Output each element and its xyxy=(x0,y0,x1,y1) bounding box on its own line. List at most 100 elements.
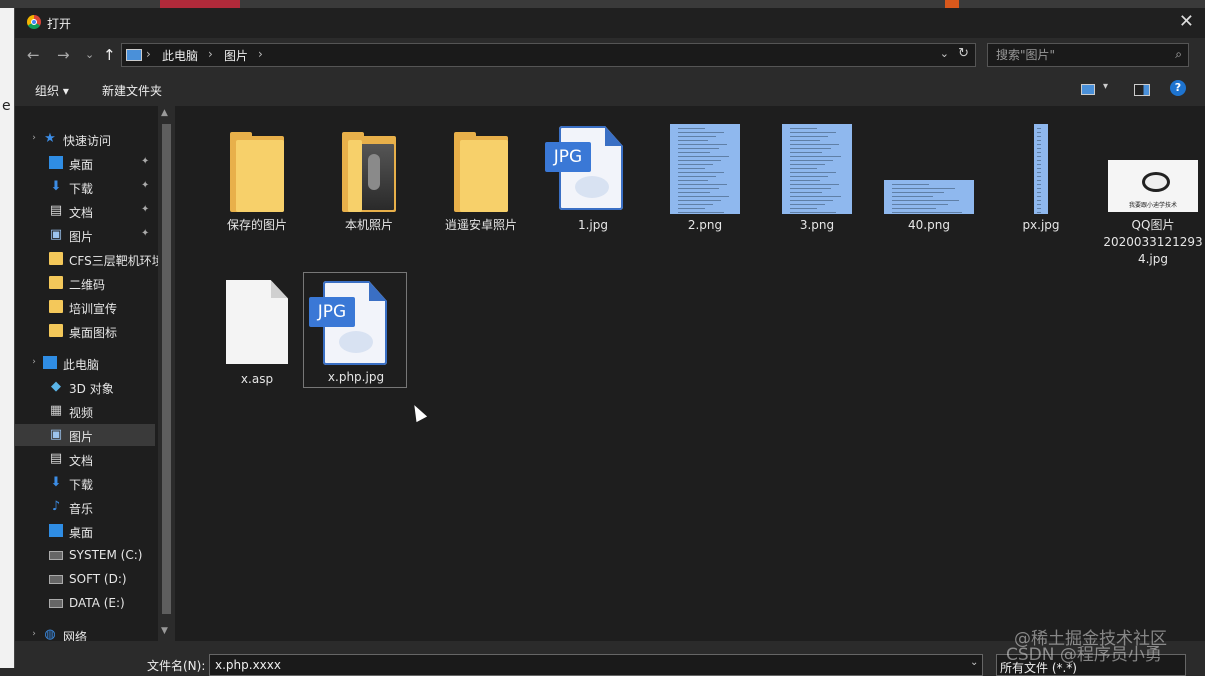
sidebar-item[interactable]: CFS三层靶机环境 xyxy=(15,248,158,270)
breadcrumb-this-pc[interactable]: 此电脑 xyxy=(162,47,198,64)
sidebar-item[interactable]: 桌面图标 xyxy=(15,320,155,342)
view-mode-icon[interactable] xyxy=(1081,84,1095,95)
forward-button[interactable]: → xyxy=(57,46,70,64)
sidebar-item-label: 此电脑 xyxy=(63,358,100,372)
download-icon: ⬇ xyxy=(50,475,62,490)
sidebar-item[interactable]: 二维码 xyxy=(15,272,155,294)
file-name: 1.jpg xyxy=(577,218,609,232)
sidebar-item[interactable]: SOFT (D:) xyxy=(15,568,155,590)
file-tile[interactable]: px.jpg xyxy=(989,118,1093,234)
folder-icon xyxy=(49,252,63,265)
file-name: QQ图片 2020033121293 4.jpg xyxy=(1103,218,1203,266)
sidebar-item-label: 文档 xyxy=(69,206,94,220)
filename-input[interactable] xyxy=(213,657,957,673)
sidebar-item[interactable]: 此电脑 › xyxy=(15,352,155,374)
scrollbar-thumb[interactable] xyxy=(162,124,171,614)
up-button[interactable]: ↑ xyxy=(103,46,116,64)
address-dropdown-icon[interactable]: ⌄ xyxy=(940,47,949,60)
filename-field[interactable] xyxy=(209,654,983,676)
file-icon xyxy=(226,280,288,364)
file-name: 40.png xyxy=(908,218,950,232)
document-icon: ▤ xyxy=(49,203,63,218)
pin-icon: ✦ xyxy=(141,180,150,191)
sidebar-item[interactable]: ◆ 3D 对象 xyxy=(15,376,155,398)
file-name: 保存的图片 xyxy=(226,218,287,232)
file-name: 本机照片 xyxy=(344,218,393,232)
sidebar-item-label: 桌面图标 xyxy=(69,326,118,340)
help-icon[interactable]: ? xyxy=(1170,80,1186,96)
pin-icon: ✦ xyxy=(141,204,150,215)
scroll-up-icon[interactable]: ▲ xyxy=(161,108,168,118)
back-button[interactable]: ← xyxy=(27,46,40,64)
filename-history-dropdown-icon[interactable]: ⌄ xyxy=(970,657,978,668)
sidebar-item[interactable]: ▦ 视频 xyxy=(15,400,155,422)
sidebar-item[interactable]: 桌面 ✦ xyxy=(15,152,155,174)
background-accent xyxy=(945,0,959,8)
file-tile[interactable]: JPG x.php.jpg xyxy=(303,272,407,388)
search-input[interactable] xyxy=(994,47,1163,63)
recent-locations-icon[interactable]: ⌄ xyxy=(85,48,94,61)
sidebar-item-label: 3D 对象 xyxy=(69,382,114,396)
file-tile[interactable]: 逍遥安卓照片 xyxy=(429,118,533,234)
sidebar-item-label: 图片 xyxy=(69,230,94,244)
address-bar[interactable]: › 此电脑 › 图片 › ⌄ ↻ xyxy=(121,43,976,67)
sidebar-item[interactable]: ▣ 图片 xyxy=(15,424,155,446)
folder-icon xyxy=(49,276,63,289)
sidebar-item[interactable]: ★ 快速访问 › xyxy=(15,128,155,150)
preview-pane-icon[interactable] xyxy=(1134,84,1150,96)
dialog-title: 打开 xyxy=(47,17,72,31)
computer-icon xyxy=(43,356,57,369)
search-icon[interactable]: ⌕ xyxy=(1175,47,1182,62)
sidebar-item-label: SOFT (D:) xyxy=(69,572,127,586)
download-icon: ⬇ xyxy=(50,179,62,194)
expand-chevron-icon[interactable]: › xyxy=(27,356,41,369)
search-box[interactable]: ⌕ xyxy=(987,43,1189,67)
sidebar-item[interactable]: ⬇ 下载 ✦ xyxy=(15,176,155,198)
organize-button[interactable]: 组织 ▾ xyxy=(35,82,69,99)
breadcrumb-separator[interactable]: › xyxy=(146,47,151,61)
sidebar-item-label: 下载 xyxy=(69,478,94,492)
breadcrumb-pictures[interactable]: 图片 xyxy=(224,47,248,64)
folder-icon xyxy=(49,324,63,337)
folder-icon xyxy=(230,132,284,212)
sidebar-item[interactable]: SYSTEM (C:) xyxy=(15,544,155,566)
background-tab xyxy=(160,0,240,8)
sidebar-item-label: 二维码 xyxy=(69,278,106,292)
file-tile[interactable]: 保存的图片 xyxy=(205,118,309,234)
sidebar-item[interactable]: ▤ 文档 xyxy=(15,448,155,470)
file-tile[interactable]: 本机照片 xyxy=(317,118,421,234)
sidebar-item[interactable]: ⬇ 下载 xyxy=(15,472,155,494)
breadcrumb-separator[interactable]: › xyxy=(258,47,263,61)
sidebar-item[interactable]: ♪ 音乐 xyxy=(15,496,155,518)
thumbnail-caption: 我要跟小迪学技术 xyxy=(1128,202,1177,209)
file-tile[interactable]: 40.png xyxy=(877,118,981,234)
close-button[interactable]: ✕ xyxy=(1179,11,1194,32)
navigation-scrollbar[interactable]: ▲ ▼ xyxy=(158,106,175,641)
file-tile[interactable]: 3.png xyxy=(765,118,869,234)
file-tile[interactable]: 我要跟小迪学技术 QQ图片 2020033121293 4.jpg xyxy=(1101,118,1205,266)
file-name: 3.png xyxy=(799,218,835,232)
pin-icon: ✦ xyxy=(141,156,150,167)
sidebar-item[interactable]: DATA (E:) xyxy=(15,592,155,614)
sidebar-item[interactable]: 桌面 xyxy=(15,520,155,542)
view-dropdown-icon[interactable]: ▾ xyxy=(1103,81,1108,92)
network-icon: ◍ xyxy=(44,627,56,641)
sidebar-item[interactable]: ▣ 图片 ✦ xyxy=(15,224,155,246)
breadcrumb-separator[interactable]: › xyxy=(208,47,213,61)
file-tile[interactable]: JPG 1.jpg xyxy=(541,118,645,234)
expand-chevron-icon[interactable]: › xyxy=(27,628,41,641)
sidebar-item[interactable]: ▤ 文档 ✦ xyxy=(15,200,155,222)
refresh-icon[interactable]: ↻ xyxy=(958,46,969,61)
scroll-down-icon[interactable]: ▼ xyxy=(161,626,168,636)
open-file-dialog: 打开 ✕ ← → ⌄ ↑ › 此电脑 › 图片 › ⌄ ↻ ⌕ 组织 ▾ 新建文… xyxy=(14,8,1205,676)
sidebar-item-label: 音乐 xyxy=(69,502,94,516)
desktop-icon xyxy=(49,524,63,537)
sidebar-item[interactable]: 培训宣传 xyxy=(15,296,155,318)
pictures-icon: ▣ xyxy=(49,427,63,442)
background-window-edge: e xyxy=(0,8,14,668)
new-folder-button[interactable]: 新建文件夹 xyxy=(102,82,162,99)
file-tile[interactable]: x.asp xyxy=(205,272,309,388)
expand-chevron-icon[interactable]: › xyxy=(27,132,41,145)
file-tile[interactable]: 2.png xyxy=(653,118,757,234)
sidebar-item[interactable]: ◍ 网络 › xyxy=(15,624,155,641)
